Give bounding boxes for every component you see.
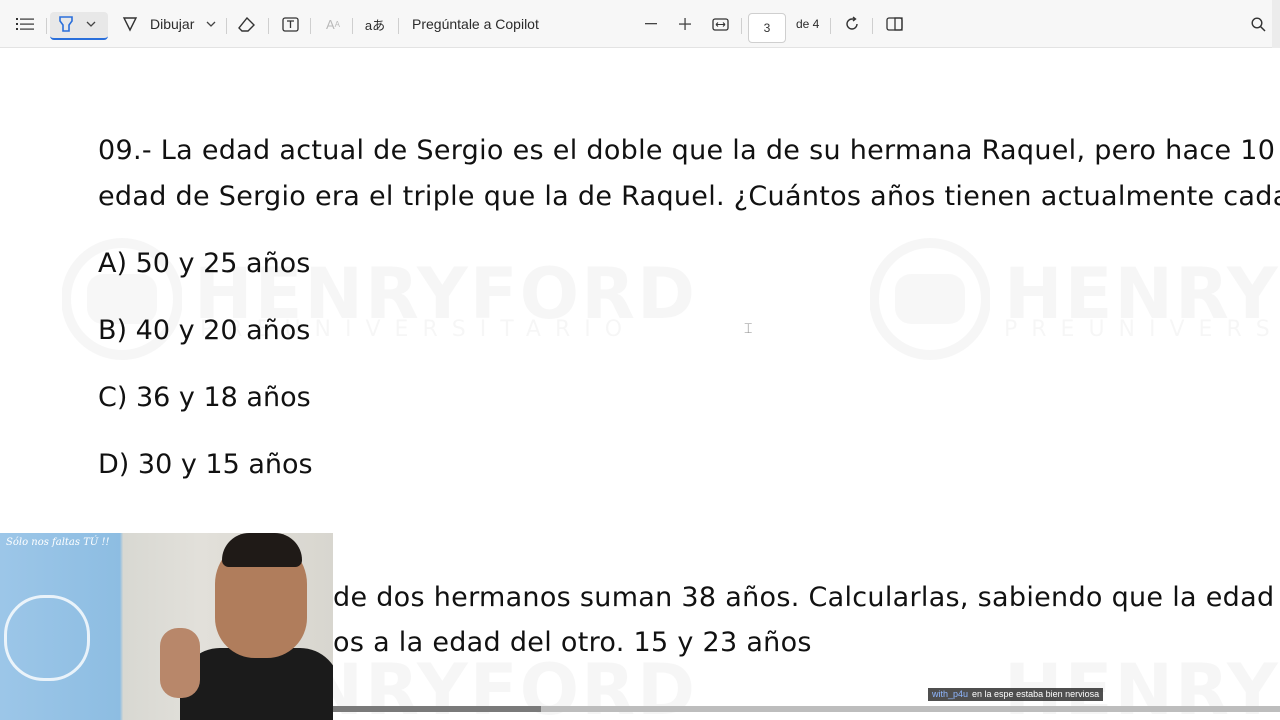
scrollbar-top[interactable] xyxy=(1272,0,1280,48)
contents-icon[interactable] xyxy=(14,12,36,36)
toolbar-separator xyxy=(352,18,353,34)
robot-watermark-icon xyxy=(870,229,990,369)
read-aloud-icon[interactable]: AA xyxy=(322,12,344,36)
toolbar-separator xyxy=(830,18,831,34)
option-b: B) 40 y 20 años xyxy=(98,315,311,346)
option-d: D) 30 y 15 años xyxy=(98,449,313,480)
webcam-overlay: Sólo nos faltas TÚ !! xyxy=(0,533,333,720)
search-icon[interactable] xyxy=(1248,12,1268,36)
copilot-button[interactable]: Pregúntale a Copilot xyxy=(412,12,539,36)
draw-label[interactable]: Dibujar xyxy=(150,12,194,36)
text-cursor-icon: ⌶ xyxy=(744,321,753,337)
toolbar-separator xyxy=(872,18,873,34)
option-a: A) 50 y 25 años xyxy=(98,248,311,279)
chevron-down-icon[interactable] xyxy=(204,12,218,36)
chat-user: with_p4u xyxy=(932,689,969,699)
video-progress-fill xyxy=(333,706,542,712)
text-box-icon[interactable] xyxy=(280,12,300,36)
highlighter-icon[interactable] xyxy=(56,12,76,36)
video-progress-bar[interactable] xyxy=(333,706,1280,712)
chevron-down-icon[interactable] xyxy=(84,12,98,36)
watermark-subtitle: PREUNIVERSITARIO xyxy=(1004,317,1280,342)
presenter-hand xyxy=(160,628,200,698)
question-10-line-1: de dos hermanos suman 38 años. Calcularl… xyxy=(333,582,1280,613)
toolbar-separator xyxy=(226,18,227,34)
chat-text: en la espe estaba bien nerviosa xyxy=(972,689,1100,699)
toolbar-separator xyxy=(268,18,269,34)
zoom-in-icon[interactable] xyxy=(676,12,694,36)
toolbar-separator xyxy=(46,18,47,34)
fit-width-icon[interactable] xyxy=(710,12,730,36)
page-view-icon[interactable] xyxy=(884,12,904,36)
toolbar-separator xyxy=(398,18,399,34)
option-c: C) 36 y 18 años xyxy=(98,382,311,413)
question-10-line-2: os a la edad del otro. 15 y 23 años xyxy=(333,627,812,658)
toolbar-separator xyxy=(741,18,742,34)
presenter-hair xyxy=(222,533,302,567)
chat-subtitle: with_p4u en la espe estaba bien nerviosa xyxy=(928,688,1104,701)
rotate-icon[interactable] xyxy=(842,12,862,36)
pdf-toolbar: Dibujar AA aあ Pregúntale a Copilot 3 de … xyxy=(0,0,1280,48)
robot-mascot-icon xyxy=(4,595,90,681)
translate-icon[interactable]: aあ xyxy=(364,12,386,36)
banner-text: Sólo nos faltas TÚ !! xyxy=(6,537,110,548)
page-total-label: de 4 xyxy=(796,17,820,31)
zoom-out-icon[interactable] xyxy=(642,12,660,36)
toolbar-separator xyxy=(310,18,311,34)
page-number-input[interactable]: 3 xyxy=(748,13,786,43)
question-9-line-2: edad de Sergio era el triple que la de R… xyxy=(98,181,1280,212)
question-9-line-1: 09.- La edad actual de Sergio es el dobl… xyxy=(98,135,1280,166)
pen-icon[interactable] xyxy=(120,12,140,36)
presenter-body xyxy=(180,648,333,720)
eraser-icon[interactable] xyxy=(236,12,256,36)
